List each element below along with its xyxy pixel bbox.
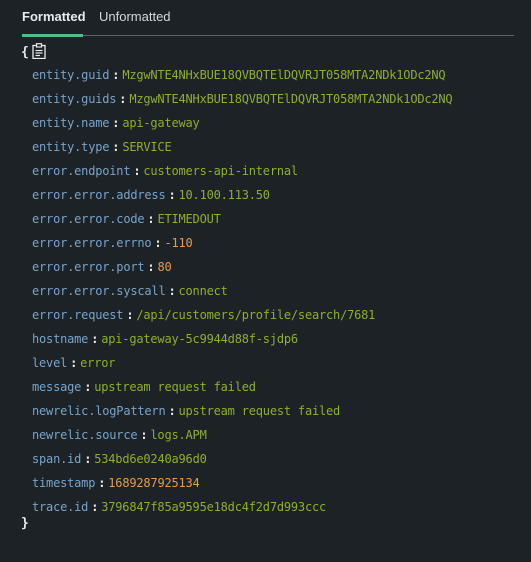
entry-key: newrelic.logPattern xyxy=(32,404,166,418)
entry-key: entity.name xyxy=(32,116,110,130)
entry-key: error.endpoint xyxy=(32,164,131,178)
entry-key: span.id xyxy=(32,452,82,466)
entry-key: entity.guids xyxy=(32,92,117,106)
entry-value[interactable]: 3796847f85a9595e18dc4f2d7d993ccc xyxy=(101,500,326,514)
entry-separator: : xyxy=(168,404,176,418)
entry-separator: : xyxy=(168,284,176,298)
json-entry: newrelic.source: logs.APM xyxy=(32,427,452,451)
entry-value[interactable]: SERVICE xyxy=(122,140,171,154)
entry-separator: : xyxy=(91,500,99,514)
json-entry: hostname: api-gateway-5c9944d88f-sjdp6 xyxy=(32,331,452,355)
entry-value[interactable]: upstream request failed xyxy=(179,404,341,418)
entry-key: error.error.code xyxy=(32,212,145,226)
view-tabs: Formatted Unformatted xyxy=(22,0,514,37)
json-entry: entity.guid: MzgwNTE4NHxBUE18QVBQTElDQVRJ… xyxy=(32,67,452,91)
json-entry: error.endpoint: customers-api-internal xyxy=(32,163,452,187)
entry-key: trace.id xyxy=(32,500,89,514)
entry-separator: : xyxy=(140,428,148,442)
entry-separator: : xyxy=(91,332,99,346)
entry-value[interactable]: 1689287925134 xyxy=(108,476,200,490)
entry-key: error.error.port xyxy=(32,260,145,274)
json-entries: entity.guid: MzgwNTE4NHxBUE18QVBQTElDQVRJ… xyxy=(32,67,453,523)
entry-separator: : xyxy=(154,236,162,250)
entry-value[interactable]: api-gateway-5c9944d88f-sjdp6 xyxy=(101,332,298,346)
entry-separator: : xyxy=(98,476,106,490)
entry-separator: : xyxy=(126,308,134,322)
entry-value[interactable]: ETIMEDOUT xyxy=(157,212,220,226)
entry-value[interactable]: 534bd6e0240a96d0 xyxy=(94,452,207,466)
close-brace: } xyxy=(21,516,29,531)
json-entry: level: error xyxy=(32,355,452,379)
open-brace: { xyxy=(21,45,29,60)
entry-value[interactable]: connect xyxy=(179,284,228,298)
json-entry: entity.name: api-gateway xyxy=(32,115,452,139)
entry-value[interactable]: error xyxy=(80,356,115,370)
entry-key: error.error.syscall xyxy=(32,284,166,298)
json-entry: timestamp:1689287925134 xyxy=(32,475,452,499)
entry-key: level xyxy=(32,356,68,370)
clipboard-icon[interactable] xyxy=(32,43,46,60)
json-entry: trace.id:3796847f85a9595e18dc4f2d7d993cc… xyxy=(32,499,452,523)
entry-key: newrelic.source xyxy=(32,428,138,442)
json-entry: message: upstream request failed xyxy=(32,379,452,403)
json-entry: entity.guids: MzgwNTE4NHxBUE18QVBQTElDQVR… xyxy=(32,91,453,115)
json-entry: span.id:534bd6e0240a96d0 xyxy=(32,451,452,475)
entry-separator: : xyxy=(112,68,120,82)
entry-key: error.request xyxy=(32,308,124,322)
json-entry: error.request:/api/customers/profile/sea… xyxy=(32,307,452,331)
json-entry: newrelic.logPattern: upstream request fai… xyxy=(32,403,452,427)
tab-unformatted[interactable]: Unformatted xyxy=(99,9,171,34)
entry-value[interactable]: MzgwNTE4NHxBUE18QVBQTElDQVRJT058MTA2NDk1… xyxy=(129,92,452,106)
entry-separator: : xyxy=(168,188,176,202)
entry-key: hostname xyxy=(32,332,89,346)
json-entry: entity.type: SERVICE xyxy=(32,139,452,163)
entry-value[interactable]: customers-api-internal xyxy=(143,164,298,178)
entry-value[interactable]: MzgwNTE4NHxBUE18QVBQTElDQVRJT058MTA2NDk1… xyxy=(122,68,445,82)
json-entry: error.error.code: ETIMEDOUT xyxy=(32,211,452,235)
entry-separator: : xyxy=(119,92,127,106)
entry-key: timestamp xyxy=(32,476,96,490)
entry-value[interactable]: -110 xyxy=(164,236,192,250)
entry-separator: : xyxy=(147,212,155,226)
entry-key: error.error.address xyxy=(32,188,166,202)
entry-separator: : xyxy=(133,164,141,178)
entry-value[interactable]: api-gateway xyxy=(122,116,199,130)
entry-key: message xyxy=(32,380,82,394)
entry-separator: : xyxy=(147,260,155,274)
entry-separator: : xyxy=(84,452,92,466)
json-entry: error.error.address:10.100.113.50 xyxy=(32,187,452,211)
json-entry: error.error.port:80 xyxy=(32,259,452,283)
entry-value[interactable]: 10.100.113.50 xyxy=(179,188,271,202)
entry-value[interactable]: 80 xyxy=(157,260,171,274)
entry-key: entity.type xyxy=(32,140,110,154)
entry-key: error.error.errno xyxy=(32,236,152,250)
tab-formatted[interactable]: Formatted xyxy=(22,9,86,37)
entry-separator: : xyxy=(70,356,78,370)
entry-value[interactable]: logs.APM xyxy=(150,428,206,442)
entry-separator: : xyxy=(84,380,92,394)
entry-separator: : xyxy=(112,116,120,130)
entry-value[interactable]: upstream request failed xyxy=(94,380,256,394)
json-entry: error.error.syscall: connect xyxy=(32,283,452,307)
entry-value[interactable]: /api/customers/profile/search/7681 xyxy=(136,308,375,322)
entry-key: entity.guid xyxy=(32,68,110,82)
entry-separator: : xyxy=(112,140,120,154)
json-entry: error.error.errno: -110 xyxy=(32,235,452,259)
